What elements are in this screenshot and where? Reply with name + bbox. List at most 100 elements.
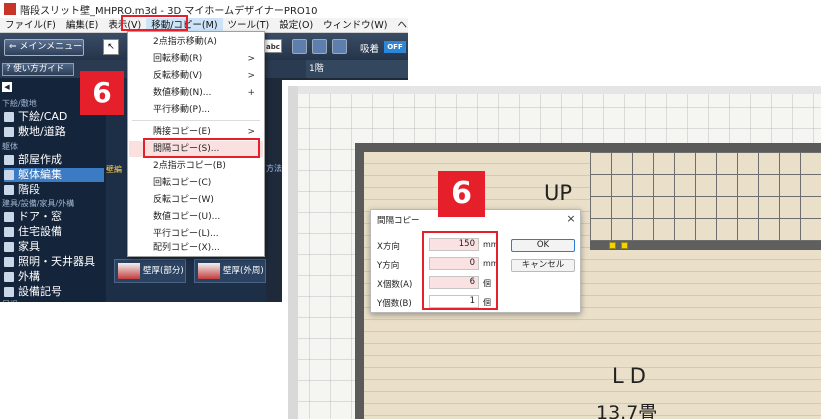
help-icon: ? [6,64,11,74]
nav-item-site-road[interactable]: 敷地/道路 [4,125,66,139]
cancel-button[interactable]: キャンセル [511,259,575,272]
menu-item-label: 2点指示コピー(B) [153,161,226,171]
menu-item-mirror-move[interactable]: 反転移動(V) > [129,68,263,84]
menu-help[interactable]: ヘルプ(H) [392,18,408,33]
snap-toggle[interactable]: OFF [384,41,406,53]
menu-item-rotate-copy[interactable]: 回転コピー(C) [129,175,263,191]
menu-item-numeric-move[interactable]: 数値移動(N)... + [129,85,263,101]
app-logo-icon [4,3,16,15]
menu-item-label: 平行コピー(L)... [153,229,219,239]
nav-item-furniture[interactable]: 家具 [4,240,40,254]
nav-item-housing-equipment[interactable]: 住宅設備 [4,225,62,239]
tutorial-screenshot: 階段スリット壁_MHPRO.m3d - 3D マイホームデザイナーPRO10 フ… [0,0,821,419]
tool-group-label: 壁編 [106,165,122,174]
close-icon[interactable]: × [564,212,578,226]
structure-edit-icon [4,170,14,180]
horizontal-ruler [298,86,821,94]
room-area-label: 13.7畳 [596,402,658,419]
text-abc-icon[interactable]: abc [264,39,282,53]
wall-thickness-perimeter-button[interactable]: 壁厚(外周) [194,259,266,283]
floor-tab[interactable]: 1階 [306,60,408,78]
handle-point[interactable] [621,242,628,249]
menu-item-label: 回転コピー(C) [153,178,212,188]
room-icon [4,155,14,165]
submenu-arrow-icon: > [247,54,255,64]
usage-guide-label: 使い方ガイド [13,64,65,74]
title-bar: 階段スリット壁_MHPRO.m3d - 3D マイホームデザイナーPRO10 [0,0,408,18]
dialog-title: 間隔コピー [377,216,420,226]
menu-item-2point-copy[interactable]: 2点指示コピー(B) [129,158,263,174]
nav-item-room-create[interactable]: 部屋作成 [4,153,62,167]
menu-item-numeric-copy[interactable]: 数値コピー(U)... [129,209,263,225]
nav-label: 設備記号 [18,285,62,298]
menu-item-rotate-move[interactable]: 回転移動(R) > [129,51,263,67]
nav-label: 敷地/道路 [18,125,66,138]
menu-file[interactable]: ファイル(F) [0,18,61,33]
menu-item-parallel-move[interactable]: 平行移動(P)... [129,102,263,118]
main-menu-button[interactable]: ⇐ メインメニューへ [4,39,84,56]
vertical-ruler [288,86,298,419]
stairs-grid[interactable] [590,152,821,242]
usage-guide-button[interactable]: ? 使い方ガイド [2,63,74,76]
menu-item-mirror-copy[interactable]: 反転コピー(W) [129,192,263,208]
collapse-panel-icon[interactable]: ◀ [2,82,12,92]
menu-separator [132,120,260,121]
back-arrow-icon: ⇐ [9,42,17,52]
menu-item-label: 反転コピー(W) [153,195,214,205]
nav-label: 躯体編集 [18,168,62,181]
menu-item-label: 配列コピー(X)... [153,243,220,253]
stairs-up-label: UP [544,181,573,205]
y-count-label: Y個数(B) [377,299,412,309]
menu-item-label: 隣接コピー(E) [153,127,211,137]
handle-point[interactable] [609,242,616,249]
symbol-icon [4,287,14,297]
menu-item-array-copy[interactable]: 配列コピー(X)... [129,240,263,256]
site-icon [4,127,14,137]
step-badge: 6 [438,171,485,217]
menu-window[interactable]: ウィンドウ(W) [318,18,392,33]
nav-label: 下絵/CAD [18,110,68,123]
nav-item-exterior[interactable]: 外構 [4,270,40,284]
method-note: 方法 [266,164,282,173]
step-badge: 6 [80,71,124,115]
zoom-in-icon[interactable] [312,39,327,54]
highlight-box-menu [121,15,188,31]
nav-item-stairs[interactable]: 階段 [4,183,40,197]
nav-item-equipment-symbol[interactable]: 設備記号 [4,285,62,299]
submenu-arrow-icon: > [247,71,255,81]
select-cursor-icon[interactable]: ↖ [103,39,119,55]
menu-item-label: 反転移動(V) [153,71,203,81]
category-heading-structure: 躯体 [2,142,18,151]
nav-label: 階段 [18,183,40,196]
wall-thickness-partial-button[interactable]: 壁厚(部分) [114,259,186,283]
nav-item-door-window[interactable]: ドア・窓 [4,210,62,224]
menu-item-label: 2点指示移動(A) [153,37,217,47]
nav-item-lighting[interactable]: 照明・天井器具 [4,255,95,269]
menu-item-label: 平行移動(P)... [153,105,211,115]
zoom-out-icon[interactable] [332,39,347,54]
category-heading-roof: 屋根 [2,299,18,302]
stairs-icon [4,185,14,195]
nav-label: 住宅設備 [18,225,62,238]
equipment-icon [4,227,14,237]
exterior-icon [4,272,14,282]
nav-item-sketch-cad[interactable]: 下絵/CAD [4,110,67,124]
door-icon [4,212,14,222]
nav-label: ドア・窓 [18,210,62,223]
menu-item-label: 数値コピー(U)... [153,212,221,222]
nav-item-structure-edit[interactable]: 躯体編集 [4,168,104,182]
nav-label: 家具 [18,240,40,253]
main-menu-label: メインメニューへ [19,42,84,52]
menu-edit[interactable]: 編集(E) [61,18,103,33]
ok-button[interactable]: OK [511,239,575,252]
category-heading-sketch: 下絵/敷地 [2,99,37,108]
furniture-icon [4,242,14,252]
submenu-arrow-icon: + [247,88,255,98]
nav-label: 部屋作成 [18,153,62,166]
y-direction-label: Y方向 [377,261,400,271]
sketch-icon [4,112,14,122]
menu-item-2point-move[interactable]: 2点指示移動(A) [129,34,263,50]
nav-label: 外構 [18,270,40,283]
menu-settings[interactable]: 設定(O) [274,18,318,33]
fit-view-icon[interactable] [292,39,307,54]
